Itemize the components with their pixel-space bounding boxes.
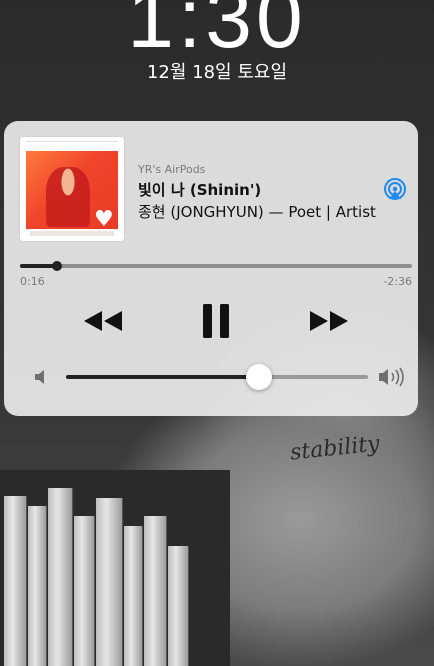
output-device-label: YR's AirPods xyxy=(138,163,206,176)
playback-scrubber-handle[interactable] xyxy=(52,261,63,271)
pause-icon xyxy=(203,304,229,338)
playback-scrubber[interactable] xyxy=(20,261,412,271)
heart-icon: ♥ xyxy=(94,207,114,232)
volume-level-fill xyxy=(66,375,260,379)
airplay-icon[interactable] xyxy=(384,178,406,200)
volume-slider[interactable] xyxy=(66,364,368,390)
book xyxy=(74,516,95,666)
book xyxy=(48,488,73,666)
fast-forward-icon xyxy=(310,311,348,331)
album-art[interactable]: ♥ xyxy=(20,137,124,241)
book xyxy=(96,498,123,666)
book xyxy=(4,496,27,666)
book xyxy=(144,516,167,666)
volume-slider-handle[interactable] xyxy=(246,364,273,390)
remaining-time: -2:36 xyxy=(383,275,412,288)
book xyxy=(168,546,189,666)
track-artist-album: 종현 (JONGHYUN) — Poet | Artist xyxy=(138,203,376,221)
track-title: 빛이 나 (Shinin') xyxy=(138,181,262,199)
volume-high-icon xyxy=(379,367,404,387)
volume-low-icon xyxy=(35,370,44,384)
rewind-icon xyxy=(84,311,122,331)
wallpaper-tattoo-text: stability xyxy=(288,431,381,466)
lockscreen-date: 12월 18일 토요일 xyxy=(146,62,288,83)
fast-forward-button[interactable] xyxy=(306,303,350,339)
rewind-button[interactable] xyxy=(82,303,126,339)
book xyxy=(124,526,143,666)
now-playing-widget: ♥ YR's AirPods 빛이 나 (Shinin') 종현 (JONGHY… xyxy=(4,121,418,416)
elapsed-time: 0:16 xyxy=(20,275,45,288)
pause-button[interactable] xyxy=(198,303,234,339)
book xyxy=(28,506,47,666)
album-art-header xyxy=(26,141,118,146)
album-art-footer xyxy=(30,231,114,236)
bookshelf xyxy=(0,470,230,666)
lockscreen-time: 1:30 xyxy=(127,0,307,65)
album-art-figure xyxy=(46,167,90,227)
